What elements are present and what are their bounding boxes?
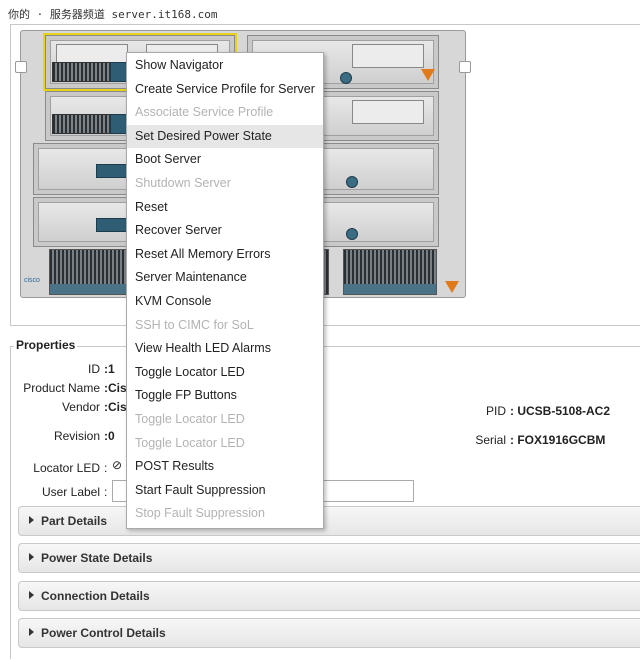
product-name-label: Product Name [23, 381, 100, 395]
user-label-colon: : [104, 485, 108, 499]
section-title: Connection Details [41, 589, 150, 603]
locator-led-off-icon: ⊘ [112, 458, 123, 472]
vendor-value: :Cis [104, 400, 127, 414]
properties-title: Properties [14, 338, 78, 352]
product-name-value: :Cis [104, 381, 127, 395]
menu-item-reset-all-memory-errors[interactable]: Reset All Memory Errors [127, 243, 323, 266]
serial-label: Serial [475, 433, 506, 447]
menu-item-set-desired-power-state[interactable]: Set Desired Power State [127, 124, 323, 148]
warning-icon[interactable] [421, 69, 435, 81]
pid-value: : UCSB-5108-AC2 [510, 404, 611, 418]
section-part-details[interactable]: Part Details [18, 506, 640, 536]
locator-led-label: Locator LED [33, 461, 100, 475]
menu-item-stop-fault-suppression: Stop Fault Suppression [135, 506, 265, 521]
menu-item-boot-server[interactable]: Boot Server [127, 148, 323, 171]
cisco-logo: cisco [24, 277, 40, 284]
section-power-state-details[interactable]: Power State Details [18, 543, 640, 573]
expand-arrow-icon [29, 553, 34, 561]
menu-item-ssh-to-cimc-for-sol: SSH to CIMC for SoL [135, 317, 254, 332]
menu-item-create-service-profile[interactable]: Create Service Profile for Server [127, 78, 323, 101]
serial-value: : FOX1916GCBM [510, 433, 606, 447]
section-title: Power Control Details [41, 626, 166, 640]
section-title: Part Details [41, 514, 108, 528]
menu-item-kvm-console[interactable]: KVM Console [127, 290, 323, 313]
chassis-ear-right [459, 61, 471, 73]
watermark: 你的 · 服务器频道 server.it168.com [8, 8, 218, 21]
revision-value: :0 [104, 429, 115, 443]
menu-item-associate-service-profile: Associate Service Profile [135, 105, 274, 120]
expand-arrow-icon [29, 591, 34, 599]
menu-item-toggle-locator-led-2: Toggle Locator LED [135, 412, 245, 426]
id-value: :1 [104, 362, 115, 376]
user-label-label: User Label [41, 485, 100, 499]
expand-arrow-icon [29, 628, 34, 636]
vendor-label: Vendor [61, 400, 100, 414]
server-context-menu: Show Navigator Create Service Profile for… [126, 52, 324, 529]
power-supply-4[interactable] [343, 249, 437, 295]
chassis-ear-left [15, 61, 27, 73]
section-power-control-details[interactable]: Power Control Details [18, 618, 640, 648]
menu-item-toggle-fp-buttons[interactable]: Toggle FP Buttons [127, 384, 323, 407]
menu-item-start-fault-suppression[interactable]: Start Fault Suppression [127, 479, 323, 502]
section-title: Power State Details [41, 551, 153, 565]
warning-icon[interactable] [445, 281, 459, 293]
menu-item-server-maintenance[interactable]: Server Maintenance [127, 266, 323, 289]
menu-item-toggle-locator-led[interactable]: Toggle Locator LED [127, 361, 323, 384]
menu-item-view-health-led-alarms[interactable]: View Health LED Alarms [127, 337, 323, 360]
locator-led-colon: : [104, 461, 108, 475]
section-connection-details[interactable]: Connection Details [18, 581, 640, 611]
menu-item-shutdown-server: Shutdown Server [135, 176, 231, 190]
pid-label: PID [485, 404, 506, 418]
menu-item-show-navigator[interactable]: Show Navigator [127, 54, 323, 77]
id-label: ID [88, 362, 100, 376]
menu-item-reset[interactable]: Reset [127, 196, 323, 219]
menu-item-post-results[interactable]: POST Results [127, 455, 323, 478]
revision-label: Revision [53, 429, 100, 443]
menu-item-recover-server[interactable]: Recover Server [127, 219, 323, 242]
expand-arrow-icon [29, 516, 34, 524]
menu-item-toggle-locator-led-3: Toggle Locator LED [135, 435, 245, 450]
